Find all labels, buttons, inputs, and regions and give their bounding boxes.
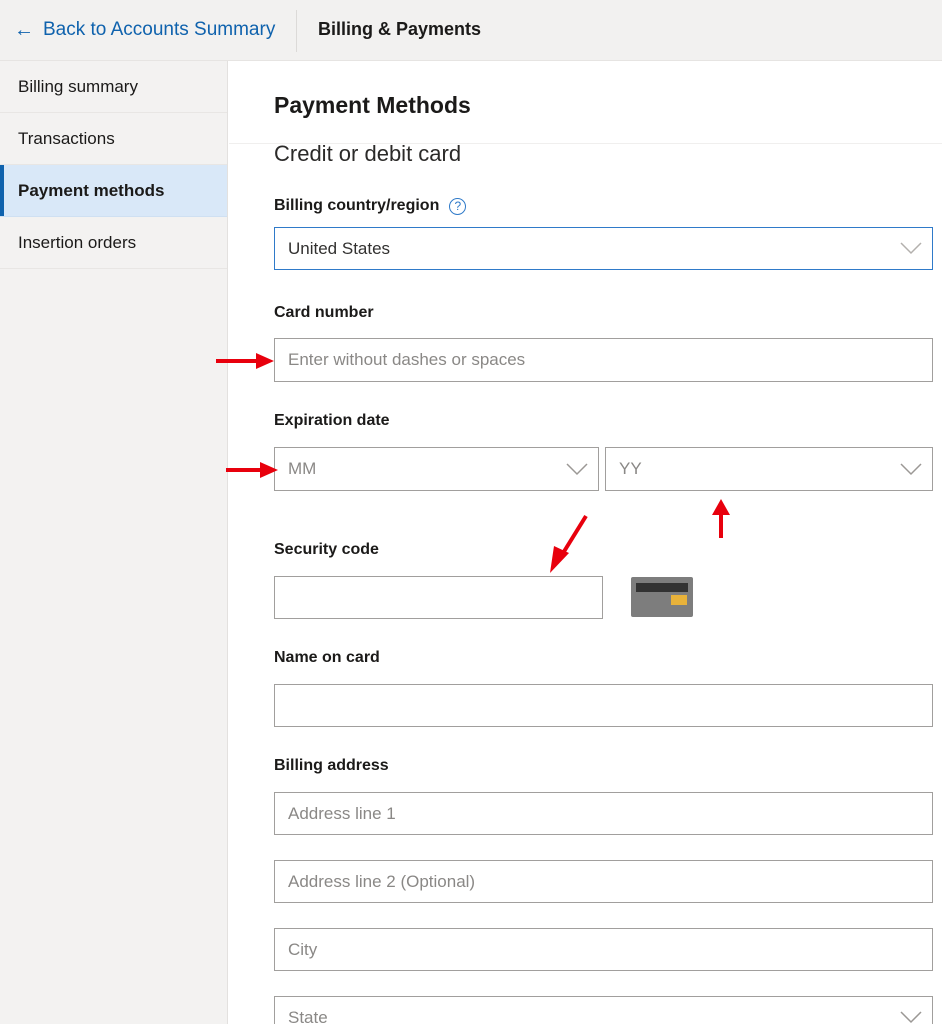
question-circle-icon[interactable]: ?: [449, 198, 466, 215]
billing-address-label: Billing address: [274, 757, 389, 775]
expiration-year-select[interactable]: YY: [605, 447, 933, 491]
security-code-label-text: Security code: [274, 541, 379, 559]
sidebar-item-label: Transactions: [18, 129, 115, 149]
sidebar-item-billing-summary[interactable]: Billing summary: [0, 61, 227, 113]
billing-country-value: United States: [288, 239, 390, 259]
sidebar-item-insertion-orders[interactable]: Insertion orders: [0, 217, 227, 269]
top-header-bar: ← Back to Accounts Summary Billing & Pay…: [0, 0, 942, 61]
expiration-date-label: Expiration date: [274, 412, 390, 430]
name-on-card-label: Name on card: [274, 649, 380, 667]
back-link-label: Back to Accounts Summary: [43, 19, 275, 41]
arrow-left-icon: ←: [14, 20, 34, 40]
security-code-label: Security code: [274, 541, 379, 559]
chevron-down-icon: [900, 463, 922, 476]
card-number-label: Card number: [274, 304, 374, 322]
sidebar-item-transactions[interactable]: Transactions: [0, 113, 227, 165]
chevron-down-icon: [900, 1011, 922, 1024]
name-on-card-label-text: Name on card: [274, 649, 380, 667]
expiration-year-placeholder: YY: [619, 459, 642, 479]
expiration-date-label-text: Expiration date: [274, 412, 390, 430]
sidebar-item-payment-methods[interactable]: Payment methods: [0, 165, 227, 217]
sidebar-item-label: Payment methods: [18, 181, 164, 201]
billing-country-select[interactable]: United States: [274, 227, 933, 270]
chevron-down-icon: [566, 463, 588, 476]
name-on-card-input[interactable]: [274, 684, 933, 727]
security-code-input[interactable]: [274, 576, 603, 619]
sidebar-nav: Billing summary Transactions Payment met…: [0, 61, 228, 1024]
address-line-2-input[interactable]: Address line 2 (Optional): [274, 860, 933, 903]
main-content: Payment Methods Credit or debit card Bil…: [229, 61, 942, 1024]
page-title: Payment Methods: [274, 92, 471, 119]
page-header-title: Billing & Payments: [318, 19, 481, 40]
expiration-month-select[interactable]: MM: [274, 447, 599, 491]
section-heading-credit-or-debit-card: Credit or debit card: [274, 141, 461, 167]
city-placeholder: City: [288, 940, 317, 960]
address-line-1-placeholder: Address line 1: [288, 804, 396, 824]
expiration-month-placeholder: MM: [288, 459, 316, 479]
sidebar-item-label: Insertion orders: [18, 233, 136, 253]
state-select[interactable]: State: [274, 996, 933, 1024]
chevron-down-icon: [900, 242, 922, 255]
billing-address-label-text: Billing address: [274, 757, 389, 775]
credit-card-back-icon: [631, 577, 693, 617]
back-to-accounts-summary-link[interactable]: ← Back to Accounts Summary: [14, 19, 275, 41]
state-placeholder: State: [288, 1008, 328, 1024]
billing-country-label: Billing country/region ?: [274, 197, 466, 215]
billing-country-label-text: Billing country/region: [274, 197, 439, 215]
card-magnetic-stripe: [636, 583, 688, 592]
header-divider: [296, 10, 297, 52]
city-input[interactable]: City: [274, 928, 933, 971]
card-number-label-text: Card number: [274, 304, 374, 322]
card-signature-panel: [671, 595, 687, 605]
sidebar-item-label: Billing summary: [18, 77, 138, 97]
card-number-input[interactable]: Enter without dashes or spaces: [274, 338, 933, 382]
address-line-2-placeholder: Address line 2 (Optional): [288, 872, 475, 892]
card-number-placeholder: Enter without dashes or spaces: [288, 350, 525, 370]
address-line-1-input[interactable]: Address line 1: [274, 792, 933, 835]
